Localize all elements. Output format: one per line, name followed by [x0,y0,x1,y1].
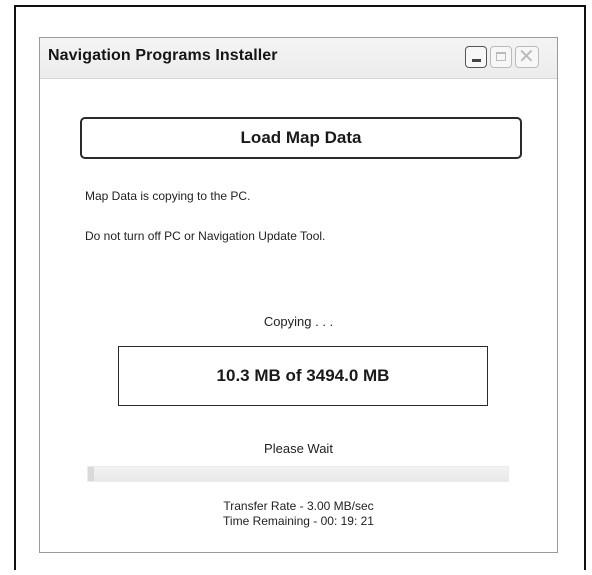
minimize-icon [472,59,481,62]
installer-window: Navigation Programs Installer ✕ Load Map… [39,37,558,553]
please-wait-label: Please Wait [264,441,333,456]
close-icon: ✕ [518,46,535,68]
warning-message: Do not turn off PC or Navigation Update … [85,229,326,243]
time-remaining: Time Remaining - 00: 19: 21 [223,514,374,528]
maximize-button[interactable] [490,46,512,68]
title-bar[interactable]: Navigation Programs Installer ✕ [40,38,557,79]
transfer-rate: Transfer Rate - 3.00 MB/sec [223,499,374,513]
close-button[interactable]: ✕ [515,46,539,68]
progress-bar-fill [88,467,95,481]
transfer-size-display: 10.3 MB of 3494.0 MB [118,346,488,406]
minimize-button[interactable] [465,46,487,68]
load-map-data-button[interactable]: Load Map Data [80,117,522,159]
copying-message: Map Data is copying to the PC. [85,189,251,203]
progress-bar [87,466,509,482]
window-title: Navigation Programs Installer [48,47,278,64]
maximize-icon [496,52,506,61]
copying-status: Copying . . . [263,314,334,329]
